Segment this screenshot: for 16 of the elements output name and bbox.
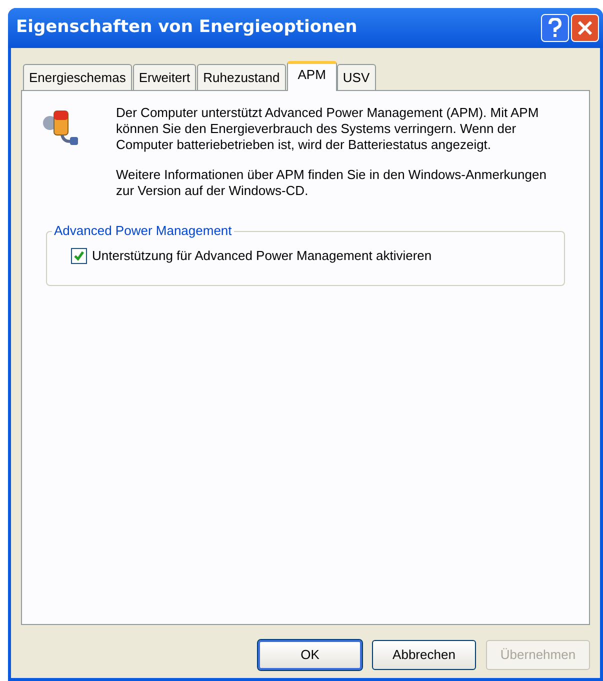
tab[interactable]: Energieschemas — [23, 64, 132, 90]
dialog-button[interactable]: OK — [258, 640, 362, 670]
checkbox[interactable] — [71, 248, 87, 264]
tab[interactable]: APM — [286, 61, 337, 91]
checkbox-label: Unterstützung für Advanced Power Management aktivieren — [92, 247, 432, 265]
info-text: Weitere Informationen über APM finden Sie in den Windows-Anmerkungen zur Version auf der Windows-CD. — [116, 167, 548, 199]
help-button[interactable] — [541, 14, 569, 42]
tab[interactable]: Ruhezustand — [197, 64, 286, 90]
close-button[interactable] — [571, 14, 599, 42]
tab[interactable]: USV — [336, 64, 376, 90]
window-title: Eigenschaften von Energieoptionen — [16, 16, 358, 40]
dialog-button[interactable]: Abbrechen — [372, 640, 476, 670]
help-icon — [548, 18, 562, 38]
info-text: Der Computer unterstützt Advanced Power Management (APM). Mit APM können Sie den Energieverbrauch des Systems verringern. Wenn der Computer batteriebetrieben ist, wird der Batteriestatus angezeigt. — [116, 105, 540, 153]
close-icon — [577, 20, 593, 36]
tab[interactable]: Erweitert — [132, 64, 196, 90]
